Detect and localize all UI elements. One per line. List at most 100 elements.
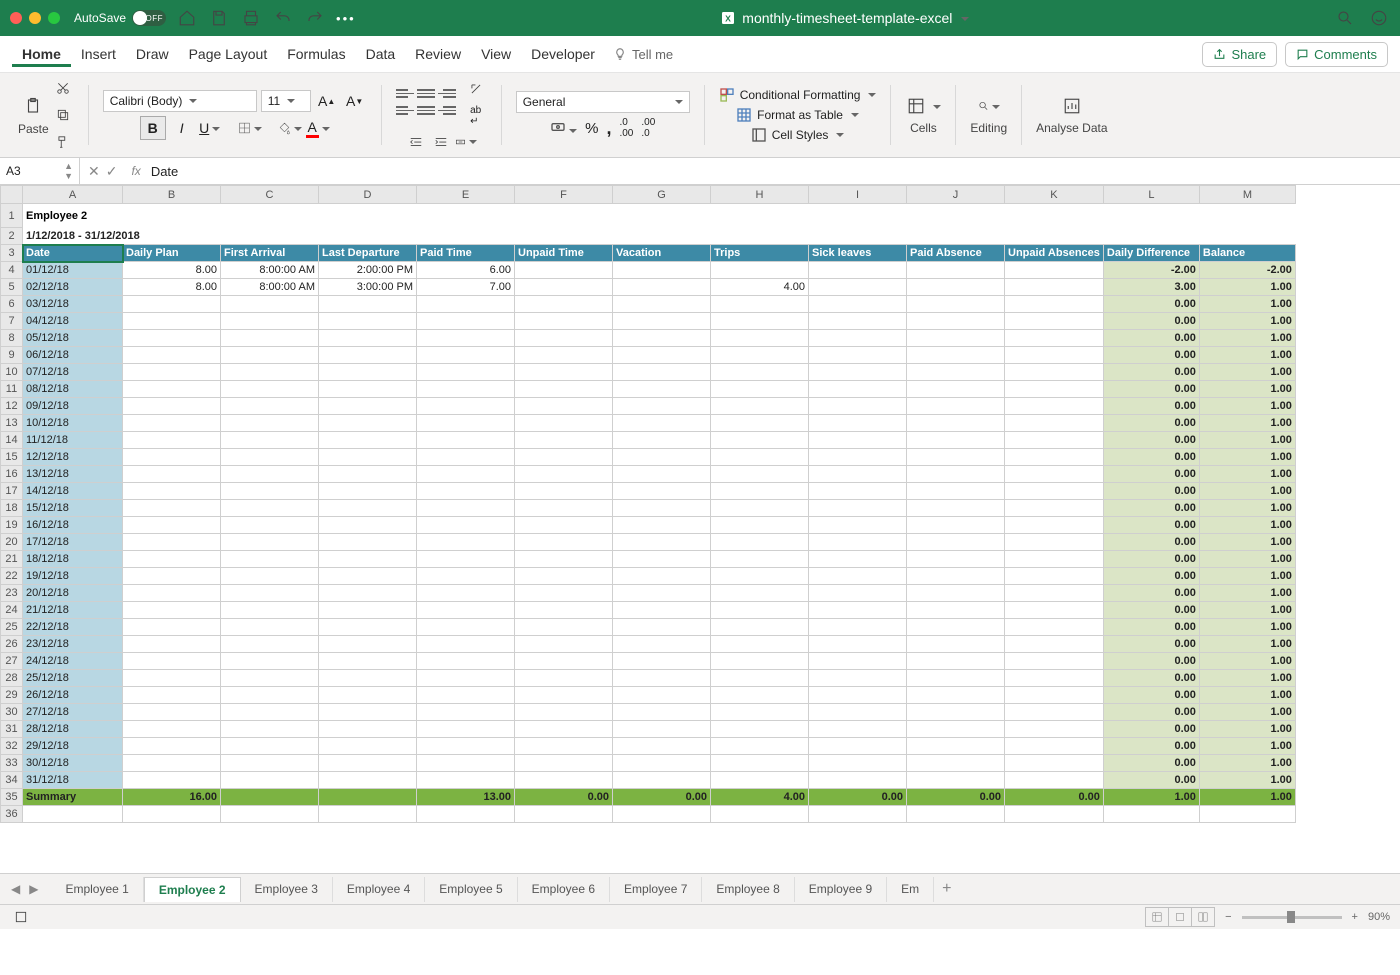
cell[interactable] bbox=[221, 568, 319, 585]
cell[interactable]: 0.00 bbox=[1103, 313, 1199, 330]
row-header[interactable]: 18 bbox=[1, 500, 23, 517]
cell[interactable] bbox=[809, 636, 907, 653]
cell[interactable] bbox=[809, 415, 907, 432]
cell[interactable]: 8:00:00 AM bbox=[221, 262, 319, 279]
increase-decimal-icon[interactable]: .0.00 bbox=[619, 117, 633, 139]
cell[interactable] bbox=[907, 619, 1005, 636]
cell[interactable] bbox=[613, 534, 711, 551]
cell[interactable] bbox=[515, 806, 613, 823]
row-header[interactable]: 20 bbox=[1, 534, 23, 551]
zoom-label[interactable]: 90% bbox=[1368, 911, 1390, 923]
cell[interactable]: 17/12/18 bbox=[23, 534, 123, 551]
cell[interactable] bbox=[1005, 415, 1104, 432]
close-icon[interactable] bbox=[10, 12, 22, 24]
cell[interactable] bbox=[515, 296, 613, 313]
cell[interactable] bbox=[907, 313, 1005, 330]
cell[interactable]: -2.00 bbox=[1103, 262, 1199, 279]
cell[interactable] bbox=[613, 653, 711, 670]
percent-button[interactable]: % bbox=[585, 120, 598, 137]
cell[interactable] bbox=[1005, 449, 1104, 466]
cell[interactable] bbox=[711, 381, 809, 398]
cell[interactable] bbox=[711, 398, 809, 415]
cell[interactable] bbox=[319, 806, 417, 823]
cell[interactable] bbox=[613, 551, 711, 568]
sheet-tab[interactable]: Employee 8 bbox=[702, 877, 794, 902]
cell[interactable] bbox=[809, 806, 907, 823]
sheet-tab[interactable]: Employee 7 bbox=[610, 877, 702, 902]
cell[interactable] bbox=[613, 721, 711, 738]
cell[interactable] bbox=[515, 279, 613, 296]
cell[interactable] bbox=[907, 500, 1005, 517]
cell[interactable] bbox=[613, 279, 711, 296]
row-header[interactable]: 33 bbox=[1, 755, 23, 772]
cell[interactable] bbox=[221, 466, 319, 483]
cell[interactable]: 8:00:00 AM bbox=[221, 279, 319, 296]
cell[interactable]: 1.00 bbox=[1199, 466, 1295, 483]
paste-icon[interactable] bbox=[22, 95, 44, 117]
cell[interactable] bbox=[1005, 330, 1104, 347]
cell[interactable] bbox=[319, 670, 417, 687]
cell[interactable] bbox=[23, 806, 123, 823]
cell[interactable] bbox=[515, 415, 613, 432]
cell[interactable]: 10/12/18 bbox=[23, 415, 123, 432]
cell[interactable] bbox=[1005, 585, 1104, 602]
cell[interactable] bbox=[613, 347, 711, 364]
cell[interactable] bbox=[319, 653, 417, 670]
cell[interactable] bbox=[123, 534, 221, 551]
cell[interactable] bbox=[515, 313, 613, 330]
cell[interactable]: 0.00 bbox=[1103, 772, 1199, 789]
table-header[interactable]: Date bbox=[23, 245, 123, 262]
row-header[interactable]: 8 bbox=[1, 330, 23, 347]
col-header[interactable]: G bbox=[613, 186, 711, 204]
cell[interactable] bbox=[613, 687, 711, 704]
cell[interactable] bbox=[809, 738, 907, 755]
cell[interactable] bbox=[417, 449, 515, 466]
cell[interactable] bbox=[1005, 466, 1104, 483]
row-header[interactable]: 19 bbox=[1, 517, 23, 534]
cell[interactable] bbox=[515, 755, 613, 772]
cell[interactable]: 08/12/18 bbox=[23, 381, 123, 398]
cell[interactable]: 1.00 bbox=[1199, 653, 1295, 670]
cell[interactable] bbox=[613, 517, 711, 534]
cell[interactable] bbox=[613, 432, 711, 449]
row-header[interactable]: 1 bbox=[1, 204, 23, 228]
cell[interactable] bbox=[907, 398, 1005, 415]
sheet-tab[interactable]: Em bbox=[887, 877, 934, 902]
cell[interactable]: 1.00 bbox=[1199, 772, 1295, 789]
cell[interactable] bbox=[711, 772, 809, 789]
cell[interactable] bbox=[515, 449, 613, 466]
cell[interactable] bbox=[613, 483, 711, 500]
cell[interactable] bbox=[123, 568, 221, 585]
cell[interactable] bbox=[319, 483, 417, 500]
orientation-icon[interactable] bbox=[465, 78, 487, 100]
cell[interactable] bbox=[1103, 806, 1199, 823]
cell[interactable] bbox=[515, 534, 613, 551]
cell[interactable] bbox=[1005, 653, 1104, 670]
cell[interactable]: 8.00 bbox=[123, 262, 221, 279]
cell[interactable]: 1.00 bbox=[1199, 755, 1295, 772]
table-header[interactable]: Trips bbox=[711, 245, 809, 262]
summary-cell[interactable] bbox=[221, 789, 319, 806]
cell[interactable]: 1.00 bbox=[1199, 279, 1295, 296]
cell[interactable]: 31/12/18 bbox=[23, 772, 123, 789]
row-header[interactable]: 13 bbox=[1, 415, 23, 432]
row-header[interactable]: 24 bbox=[1, 602, 23, 619]
cell[interactable]: 3:00:00 PM bbox=[319, 279, 417, 296]
summary-cell[interactable]: 0.00 bbox=[1005, 789, 1104, 806]
cell[interactable] bbox=[417, 653, 515, 670]
cell[interactable]: 0.00 bbox=[1103, 602, 1199, 619]
cell[interactable] bbox=[515, 262, 613, 279]
cell[interactable] bbox=[221, 585, 319, 602]
cell[interactable] bbox=[613, 262, 711, 279]
cell[interactable] bbox=[613, 313, 711, 330]
cell[interactable] bbox=[515, 653, 613, 670]
cell[interactable] bbox=[221, 381, 319, 398]
cell[interactable] bbox=[809, 466, 907, 483]
font-size-select[interactable]: 11 bbox=[261, 90, 311, 112]
row-header[interactable]: 27 bbox=[1, 653, 23, 670]
cell[interactable] bbox=[1005, 568, 1104, 585]
share-button[interactable]: Share bbox=[1202, 42, 1277, 67]
cell[interactable] bbox=[123, 772, 221, 789]
row-header[interactable]: 28 bbox=[1, 670, 23, 687]
cell[interactable] bbox=[809, 687, 907, 704]
